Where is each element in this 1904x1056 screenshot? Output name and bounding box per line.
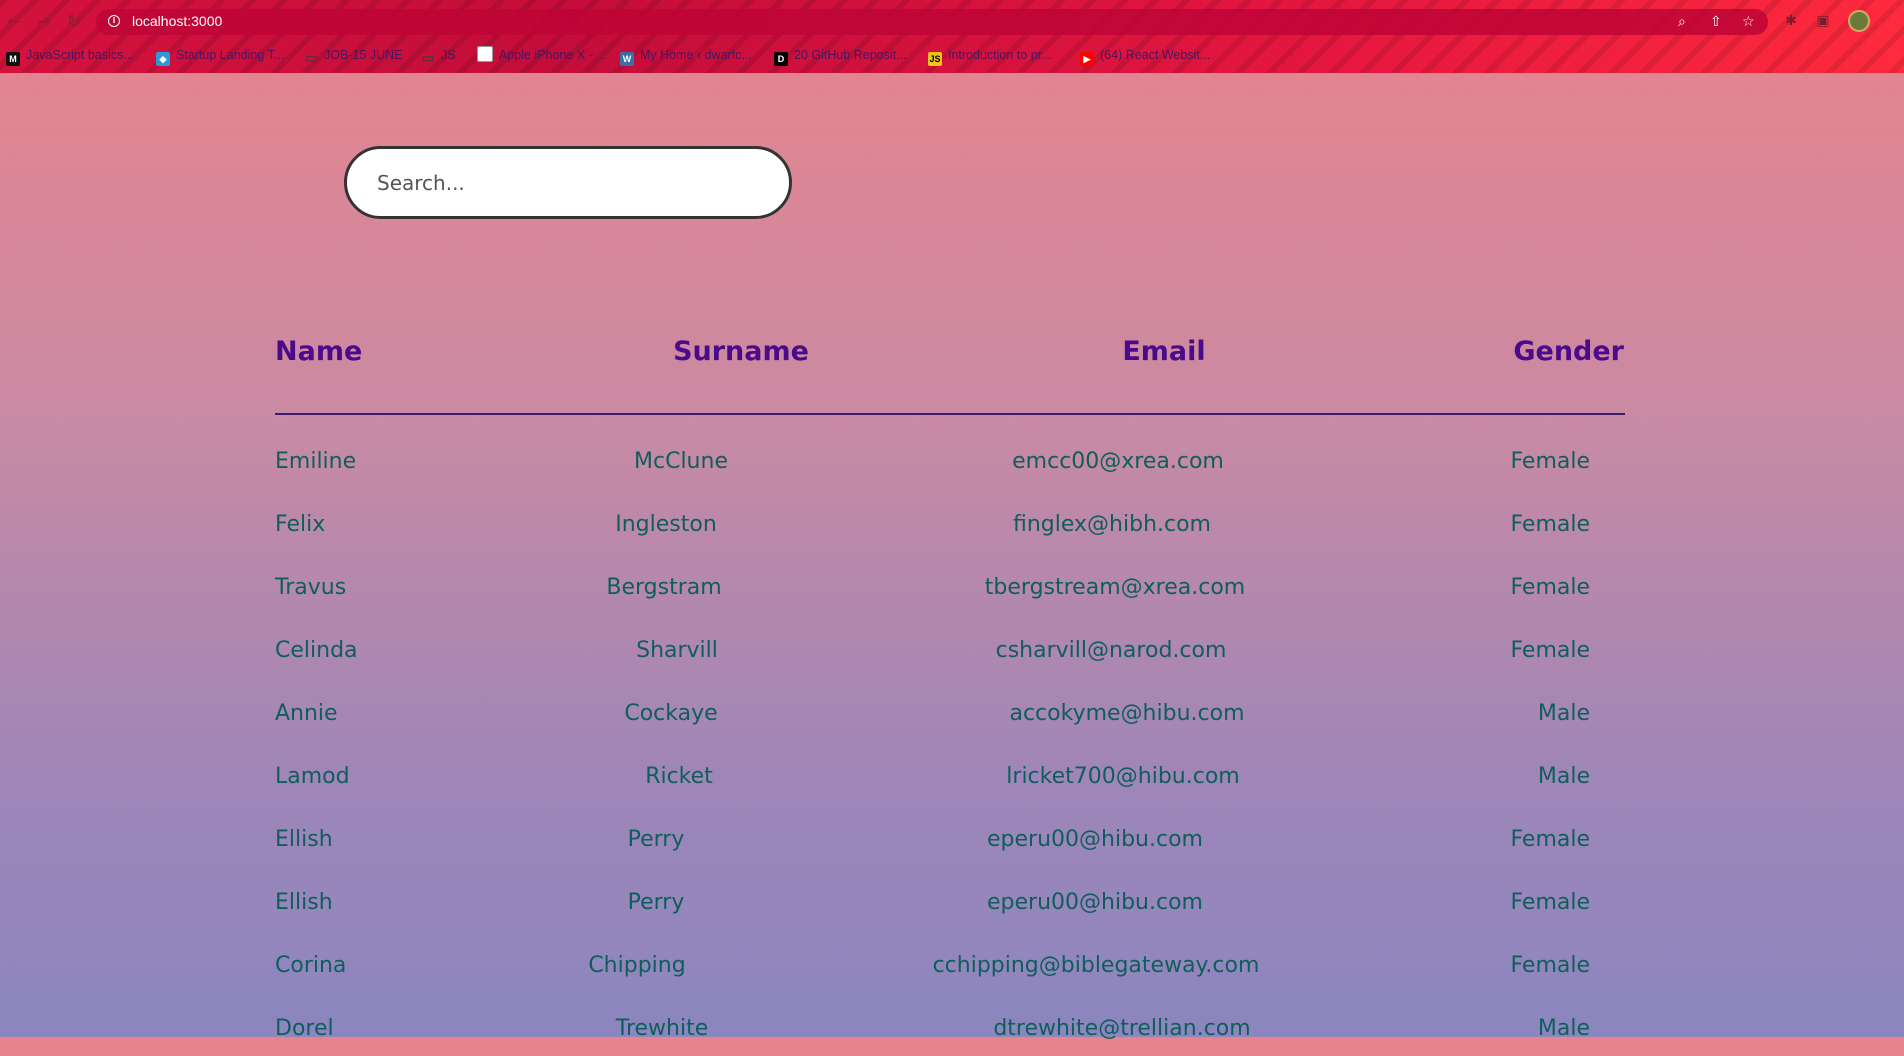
bookmark-label: 20 GitHub Reposit... — [794, 48, 907, 62]
bookmark-item[interactable]: D 20 GitHub Reposit... — [774, 44, 907, 66]
cell-email: dtrewhite@trellian.com — [993, 1016, 1251, 1041]
cell-gender: Female — [1510, 827, 1590, 852]
cell-email: finglex@hibh.com — [1013, 512, 1211, 537]
cell-name: Ellish — [275, 827, 333, 852]
table-row: Emiline McClune emcc00@xrea.com Female — [0, 449, 1904, 489]
cell-surname: McClune — [634, 449, 728, 474]
cell-email: lricket700@hibu.com — [1006, 764, 1240, 789]
table-row: Felix Ingleston finglex@hibh.com Female — [0, 512, 1904, 552]
bookmark-label: JS — [441, 48, 456, 62]
bookmark-item[interactable]: JS Introduction to pr... — [928, 44, 1052, 66]
cell-gender: Male — [1537, 701, 1590, 726]
bookmark-star-icon[interactable]: ☆ — [1742, 13, 1755, 31]
column-header-name: Name — [275, 336, 363, 367]
cell-email: cchipping@biblegateway.com — [932, 953, 1260, 978]
cell-surname: Perry — [627, 890, 685, 915]
cell-gender: Female — [1510, 449, 1590, 474]
bookmark-item[interactable]: ▭ JS — [421, 44, 456, 66]
folder-icon: ▭ — [304, 50, 318, 65]
cell-surname: Cockaye — [624, 701, 718, 726]
cell-gender: Male — [1537, 1016, 1590, 1041]
cell-email: eperu00@hibu.com — [987, 890, 1203, 915]
cell-gender: Female — [1510, 575, 1590, 600]
bookmark-item[interactable]: W My Home ‹ dwarfc... — [620, 44, 752, 66]
table-row: Travus Bergstram tbergstream@xrea.com Femal… — [0, 575, 1904, 615]
cell-email: emcc00@xrea.com — [1012, 449, 1224, 474]
cell-email: tbergstream@xrea.com — [984, 575, 1246, 600]
bookmarks-bar: M JavaScript basics... ◆ Startup Landing T.… — [0, 44, 1904, 66]
cell-name: Dorel — [275, 1016, 334, 1041]
site-info-icon[interactable]: i — [108, 15, 120, 27]
browser-toolbar: ← → ↻ i localhost:3000 ⌕ ⇧ ☆ ✱ ▣ — [0, 0, 1904, 42]
bookmark-label: JOB-15 JUNE — [324, 48, 403, 62]
bookmark-item[interactable]: M JavaScript basics... — [6, 44, 134, 66]
table-row: Annie Cockaye accokyme@hibu.com Male — [0, 701, 1904, 741]
extensions-icon[interactable]: ✱ — [1782, 12, 1800, 30]
cell-gender: Male — [1537, 764, 1590, 789]
zoom-icon[interactable]: ⌕ — [1678, 13, 1686, 31]
table-row: Ellish Perry eperu00@hibu.com Female — [0, 827, 1904, 867]
cell-surname: Trewhite — [615, 1016, 709, 1041]
search-input[interactable] — [375, 167, 759, 199]
app-icon: ◆ — [156, 52, 170, 66]
youtube-icon: ▶ — [1080, 52, 1094, 66]
column-header-surname: Surname — [673, 336, 809, 367]
share-icon[interactable]: ⇧ — [1710, 13, 1722, 31]
address-bar[interactable]: i localhost:3000 ⌕ ⇧ ☆ — [96, 9, 1768, 35]
cell-surname: Bergstram — [606, 575, 722, 600]
bookmark-label: (64) React Websit... — [1100, 48, 1211, 62]
forward-icon[interactable]: → — [34, 12, 54, 32]
cell-email: csharvill@narod.com — [995, 638, 1227, 663]
address-url[interactable]: localhost:3000 — [132, 13, 222, 29]
table-row: Lamod Ricket lricket700@hibu.com Male — [0, 764, 1904, 804]
reload-icon[interactable]: ↻ — [64, 12, 84, 32]
cell-gender: Female — [1510, 638, 1590, 663]
cell-name: Annie — [275, 701, 338, 726]
cell-surname: Sharvill — [636, 638, 718, 663]
header-divider — [275, 413, 1625, 415]
cell-name: Travus — [275, 575, 347, 600]
wordpress-icon: W — [620, 52, 634, 66]
cell-name: Ellish — [275, 890, 333, 915]
bookmark-item[interactable]: ▶ (64) React Websit... — [1080, 44, 1210, 66]
column-header-gender: Gender — [1513, 336, 1624, 367]
bookmark-label: Introduction to pr... — [948, 48, 1052, 62]
cell-gender: Female — [1510, 890, 1590, 915]
cell-surname: Ingleston — [615, 512, 717, 537]
bookmark-item[interactable]: ▭ JOB-15 JUNE — [304, 44, 403, 66]
bookmark-label: Startup Landing T... — [176, 48, 285, 62]
medium-icon: M — [6, 52, 20, 66]
table-row: Corina Chipping cchipping@biblegateway.com… — [0, 953, 1904, 993]
bookmark-label: JavaScript basics... — [26, 48, 134, 62]
cell-name: Felix — [275, 512, 326, 537]
cell-name: Corina — [275, 953, 347, 978]
table-row: Ellish Perry eperu00@hibu.com Female — [0, 890, 1904, 930]
cell-surname: Chipping — [588, 953, 686, 978]
bookmark-item[interactable]: ◆ Startup Landing T... — [156, 44, 284, 66]
table-row: Celinda Sharvill csharvill@narod.com Female — [0, 638, 1904, 678]
cell-name: Lamod — [275, 764, 350, 789]
table-row: Dorel Trewhite dtrewhite@trellian.com Male — [0, 1016, 1904, 1056]
cell-surname: Ricket — [645, 764, 713, 789]
folder-icon: ▭ — [421, 50, 435, 65]
cell-email: eperu00@hibu.com — [987, 827, 1203, 852]
bookmark-label: My Home ‹ dwarfc... — [640, 48, 752, 62]
dev-icon: D — [774, 52, 788, 66]
back-icon[interactable]: ← — [4, 12, 24, 32]
cell-surname: Perry — [627, 827, 685, 852]
browser-chrome: ← → ↻ i localhost:3000 ⌕ ⇧ ☆ ✱ ▣ M JavaSc… — [0, 0, 1904, 73]
cell-name: Emiline — [275, 449, 357, 474]
column-header-email: Email — [1122, 336, 1206, 367]
bookmark-item[interactable]: Apple iPhone X - ... — [477, 44, 607, 66]
cell-gender: Female — [1510, 953, 1590, 978]
js-icon: JS — [928, 52, 942, 66]
cell-email: accokyme@hibu.com — [1009, 701, 1245, 726]
profile-avatar[interactable] — [1848, 10, 1870, 32]
cell-name: Celinda — [275, 638, 358, 663]
apple-icon — [477, 46, 493, 62]
bookmark-label: Apple iPhone X - ... — [499, 48, 607, 62]
search-box[interactable] — [344, 146, 792, 219]
cell-gender: Female — [1510, 512, 1590, 537]
sidepanel-icon[interactable]: ▣ — [1814, 12, 1832, 30]
